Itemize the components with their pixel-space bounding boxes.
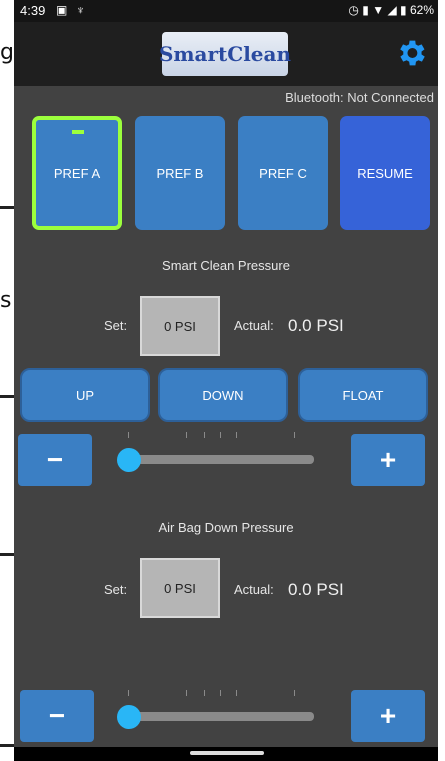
- slider-tick: [294, 432, 295, 438]
- air-bag-slider[interactable]: [122, 712, 314, 721]
- app-bar: SmartClean: [14, 22, 438, 86]
- smart-clean-pressure-title: Smart Clean Pressure: [162, 258, 290, 273]
- wifi-icon: ▼: [372, 3, 385, 17]
- slider-tick: [294, 690, 295, 696]
- pref-a-button[interactable]: PREF A: [32, 116, 122, 230]
- app-logo: SmartClean: [159, 32, 291, 76]
- slider-tick: [220, 432, 221, 438]
- trophy-icon: ♆: [76, 3, 85, 17]
- background-text-fragment: g: [0, 40, 14, 65]
- background-divider: [0, 395, 14, 398]
- background-text-fragment: s: [0, 288, 12, 313]
- slider-tick: [236, 690, 237, 696]
- pref-b-button[interactable]: PREF B: [135, 116, 225, 230]
- background-divider: [0, 206, 14, 209]
- pref-b-label: PREF B: [156, 165, 204, 181]
- slider-tick: [128, 432, 129, 438]
- air-bag-actual-label: Actual:: [234, 582, 274, 597]
- smart-clean-slider-thumb[interactable]: [117, 448, 141, 472]
- smart-clean-set-label: Set:: [104, 318, 128, 333]
- bluetooth-status: Bluetooth: Not Connected: [285, 90, 434, 105]
- phone-screen: 4:39 ▣ ♆ ◷ ▮ ▼ ◢ ▮ 62% SmartClean Blueto…: [14, 0, 438, 761]
- resume-label: RESUME: [357, 165, 413, 181]
- air-bag-set-value: 0 PSI: [140, 558, 220, 618]
- slider-tick: [186, 432, 187, 438]
- status-bar: 4:39 ▣ ♆ ◷ ▮ ▼ ◢ ▮ 62%: [14, 0, 438, 22]
- status-right: ◷ ▮ ▼ ◢ ▮ 62%: [348, 3, 434, 17]
- up-button[interactable]: UP: [20, 368, 150, 422]
- status-time: 4:39: [20, 3, 46, 18]
- smart-clean-actual-label: Actual:: [234, 318, 274, 333]
- battery-percent: 62%: [409, 3, 434, 17]
- smart-clean-minus-button[interactable]: −: [18, 434, 92, 486]
- battery-icon: ▮: [400, 3, 407, 17]
- slider-tick: [128, 690, 129, 696]
- resume-button[interactable]: RESUME: [340, 116, 430, 230]
- vibrate-icon: ▮: [362, 3, 369, 17]
- background-divider: [0, 553, 14, 556]
- active-indicator: [72, 130, 84, 134]
- up-label: UP: [75, 387, 95, 403]
- pref-a-label: PREF A: [53, 165, 101, 181]
- alarm-icon: ◷: [348, 3, 359, 17]
- signal-icon: ◢: [387, 3, 397, 17]
- gear-icon[interactable]: [394, 36, 428, 70]
- smart-clean-plus-button[interactable]: +: [351, 434, 425, 486]
- slider-tick: [186, 690, 187, 696]
- down-label: DOWN: [202, 387, 244, 403]
- pref-c-button[interactable]: PREF C: [238, 116, 328, 230]
- air-bag-slider-thumb[interactable]: [117, 705, 141, 729]
- air-bag-minus-button[interactable]: −: [20, 690, 94, 742]
- slider-tick: [204, 432, 205, 438]
- down-button[interactable]: DOWN: [158, 368, 288, 422]
- slider-tick: [236, 432, 237, 438]
- navigation-bar: [14, 747, 438, 761]
- smart-clean-actual-value: 0.0 PSI: [288, 316, 344, 335]
- smart-clean-set-value: 0 PSI: [140, 296, 220, 356]
- background-divider: [0, 744, 14, 747]
- slider-tick: [204, 690, 205, 696]
- slider-tick: [220, 690, 221, 696]
- air-bag-plus-button[interactable]: +: [351, 690, 425, 742]
- pref-c-label: PREF C: [259, 165, 307, 181]
- image-icon: ▣: [56, 3, 68, 17]
- air-bag-actual-value: 0.0 PSI: [288, 580, 344, 599]
- smart-clean-slider[interactable]: [122, 455, 314, 464]
- float-button[interactable]: FLOAT: [298, 368, 428, 422]
- air-bag-pressure-title: Air Bag Down Pressure: [158, 520, 294, 535]
- float-label: FLOAT: [342, 387, 384, 403]
- air-bag-set-label: Set:: [104, 582, 128, 597]
- home-gesture-bar[interactable]: [190, 751, 264, 755]
